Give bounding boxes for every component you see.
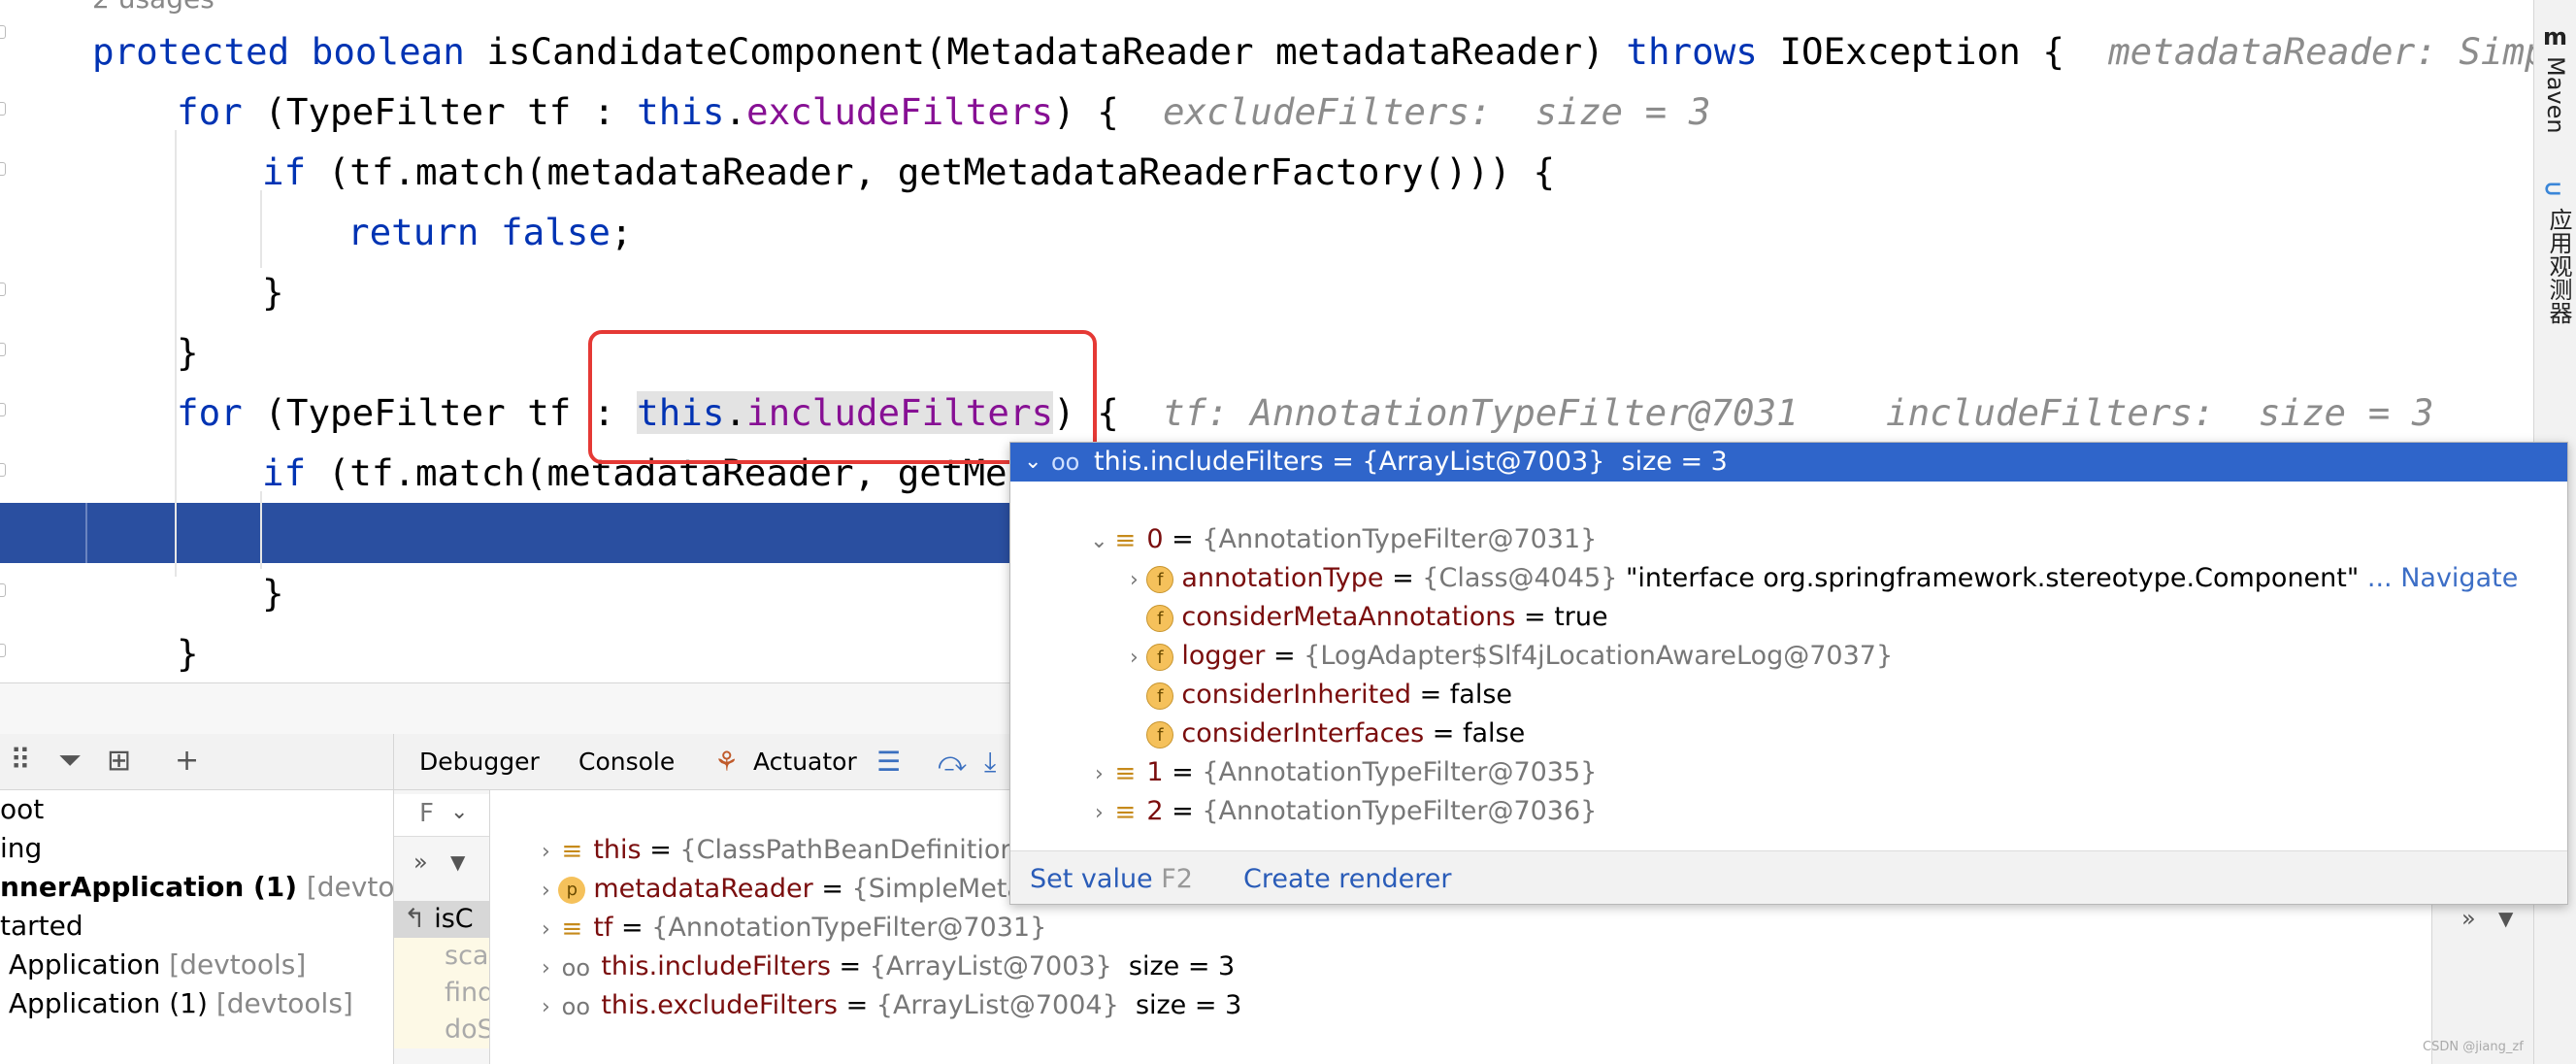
code-token: excludeFilters <box>746 90 1054 133</box>
popup-row-considerMetaAnnotations[interactable]: f considerMetaAnnotations = true <box>1088 559 1608 632</box>
code-token: excludeFilters: size = 3 <box>1162 90 1711 133</box>
maven-icon[interactable]: m <box>2543 23 2567 50</box>
thread-list-item[interactable]: oot <box>0 790 44 829</box>
code-token: IOException { <box>1779 30 2109 73</box>
indent-guide <box>260 491 262 569</box>
popup-row-annotationType[interactable]: › f annotationType = {Class@4045} "interfa… <box>1088 520 2518 593</box>
filter-icon[interactable]: ⏷ <box>58 744 82 778</box>
list-icon: ≡ <box>1114 797 1137 827</box>
code-token: protected boolean <box>92 30 487 73</box>
code-token: } <box>177 331 199 374</box>
code-token: throws <box>1626 30 1780 73</box>
code-token: this <box>637 90 725 133</box>
code-token: if <box>262 150 328 193</box>
variable-row-excludeFilters[interactable]: › oo this.excludeFilters = {ArrayList@7004… <box>500 948 1241 1020</box>
code-token: ; <box>610 211 633 253</box>
code-token: ) { <box>1053 90 1163 133</box>
app-observer-tool-button[interactable]: 应用观测器 <box>2542 208 2576 324</box>
frame-item[interactable]: find <box>394 975 489 1012</box>
frame-item[interactable]: sca <box>394 938 489 975</box>
code-token: (tf.match(metadataReader, getMetadataRea… <box>327 150 1556 193</box>
popup-row-logger[interactable]: › f logger = {LogAdapter$Slf4jLocationAwar… <box>1088 598 1893 671</box>
popup-row-item-1[interactable]: › ≡ 1 = {AnnotationTypeFilter@7035} <box>1053 715 1597 787</box>
thread-list-item-selected[interactable]: nnerApplication (1) [devtools] <box>0 868 393 907</box>
code-line[interactable]: } <box>0 262 2533 322</box>
code-token: for <box>177 90 265 133</box>
popup-row-item-0[interactable]: ⌄ ≡ 0 = {AnnotationTypeFilter@7031} <box>1053 482 1597 554</box>
tab-console[interactable]: Console <box>578 734 675 790</box>
tab-debugger[interactable]: Debugger <box>419 734 540 790</box>
code-line[interactable]: } <box>0 322 2533 382</box>
chevron-right-icon[interactable]: › <box>1086 794 1111 833</box>
return-arrow-icon: ↰ <box>404 904 435 934</box>
chevron-down-icon[interactable]: ⌄ <box>1024 443 1041 482</box>
maven-tool-button[interactable]: Maven <box>2542 56 2569 134</box>
tab-actuator[interactable]: Actuator <box>753 734 857 790</box>
watch-icon: oo <box>1051 449 1080 476</box>
chevron-down-icon[interactable]: ⌄ <box>450 800 468 824</box>
thread-list[interactable]: oot ing nnerApplication (1) [devtools] t… <box>0 790 393 1064</box>
watch-icon: oo <box>561 992 591 1020</box>
code-token: } <box>177 632 199 675</box>
layout-grid-icon[interactable]: ⠿ <box>10 744 31 778</box>
code-line[interactable]: protected boolean isCandidateComponent(M… <box>0 21 2533 82</box>
add-icon[interactable]: + <box>175 744 199 778</box>
popup-footer: Set value F2 Create renderer <box>1010 850 2567 904</box>
code-token: } <box>262 572 284 615</box>
variable-row-includeFilters[interactable]: › oo this.includeFilters = {ArrayList@7003… <box>500 909 1235 981</box>
step-over-icon[interactable]: ⤼ <box>938 746 967 779</box>
code-token: return false <box>347 211 611 253</box>
variable-row-tf[interactable]: › ≡ tf = {AnnotationTypeFilter@7031} <box>500 870 1046 943</box>
popup-row-considerInherited[interactable]: f considerInherited = false <box>1088 637 1512 710</box>
popup-row-item-2[interactable]: › ≡ 2 = {AnnotationTypeFilter@7036} <box>1053 753 1597 826</box>
frames-filter[interactable]: F ⌄ <box>394 794 489 837</box>
code-token: . <box>724 90 747 133</box>
thread-list-item[interactable]: tarted <box>0 907 83 946</box>
app-observer-icon[interactable]: ⊂ <box>2543 175 2562 202</box>
code-token: } <box>262 271 284 314</box>
thread-list-item[interactable]: Application [devtools] <box>0 946 306 984</box>
frame-item[interactable]: doS <box>394 1012 489 1048</box>
popup-row-considerInterfaces[interactable]: f considerInterfaces = false <box>1088 676 1525 748</box>
evaluate-tree-popup[interactable]: ⌄ oo this.includeFilters = {ArrayList@70… <box>1009 442 2568 905</box>
menu-lines-icon[interactable]: ☰ <box>876 746 901 778</box>
code-token: metadataReader: SimpleMeta <box>2108 30 2533 73</box>
code-token: (TypeFilter tf : <box>264 391 638 434</box>
indent-guide <box>260 190 262 268</box>
code-line[interactable]: for (TypeFilter tf : this.excludeFilters… <box>0 82 2533 142</box>
thread-list-item[interactable]: Application (1) [devtools] <box>0 984 353 1023</box>
chevron-right-icon[interactable]: › <box>533 988 558 1027</box>
threads-toolbar: ⠿ ⏷ ⊞ + <box>0 734 393 790</box>
usages-hint[interactable]: 2 usages <box>92 0 215 15</box>
code-token: if <box>262 451 328 494</box>
code-line[interactable]: if (tf.match(metadataReader, getMetadata… <box>0 142 2533 202</box>
frame-item-current[interactable]: ↰ isC <box>394 901 489 938</box>
more-icon[interactable]: » <box>2461 905 2476 932</box>
thread-list-item[interactable]: ing <box>0 829 42 868</box>
popup-header-row[interactable]: ⌄ oo this.includeFilters = {ArrayList@70… <box>1010 443 2567 482</box>
navigate-link[interactable]: ... Navigate <box>2359 563 2518 593</box>
code-token: for <box>177 391 265 434</box>
actuator-icon: ⚘ <box>714 746 740 778</box>
code-token: tf: AnnotationTypeFilter@7031 includeFil… <box>1162 391 2434 434</box>
dropdown-arrow-icon[interactable]: ▼ <box>2498 907 2513 930</box>
code-token: isCandidateComponent(MetadataReader meta… <box>486 30 1627 73</box>
code-line[interactable]: for (TypeFilter tf : this.includeFilters… <box>0 382 2533 443</box>
watermark: CSDN @jiang_zf <box>2423 1040 2524 1054</box>
dropdown-arrow-icon[interactable]: ▼ <box>450 850 465 874</box>
more-icon[interactable]: » <box>413 848 428 876</box>
indent-guide <box>85 503 87 563</box>
indent-guide <box>175 130 177 577</box>
add-filter-icon[interactable]: ⊞ <box>107 744 131 778</box>
set-value-button[interactable]: Set value F2 <box>1030 851 1193 904</box>
code-token: (TypeFilter tf : <box>264 90 638 133</box>
code-line[interactable]: return false; <box>0 202 2533 262</box>
create-renderer-button[interactable]: Create renderer <box>1243 851 1452 904</box>
frames-panel[interactable]: F ⌄ » ▼ ↰ isC sca find doS <box>393 790 490 1064</box>
step-into-icon[interactable]: ⤓ <box>984 746 996 779</box>
